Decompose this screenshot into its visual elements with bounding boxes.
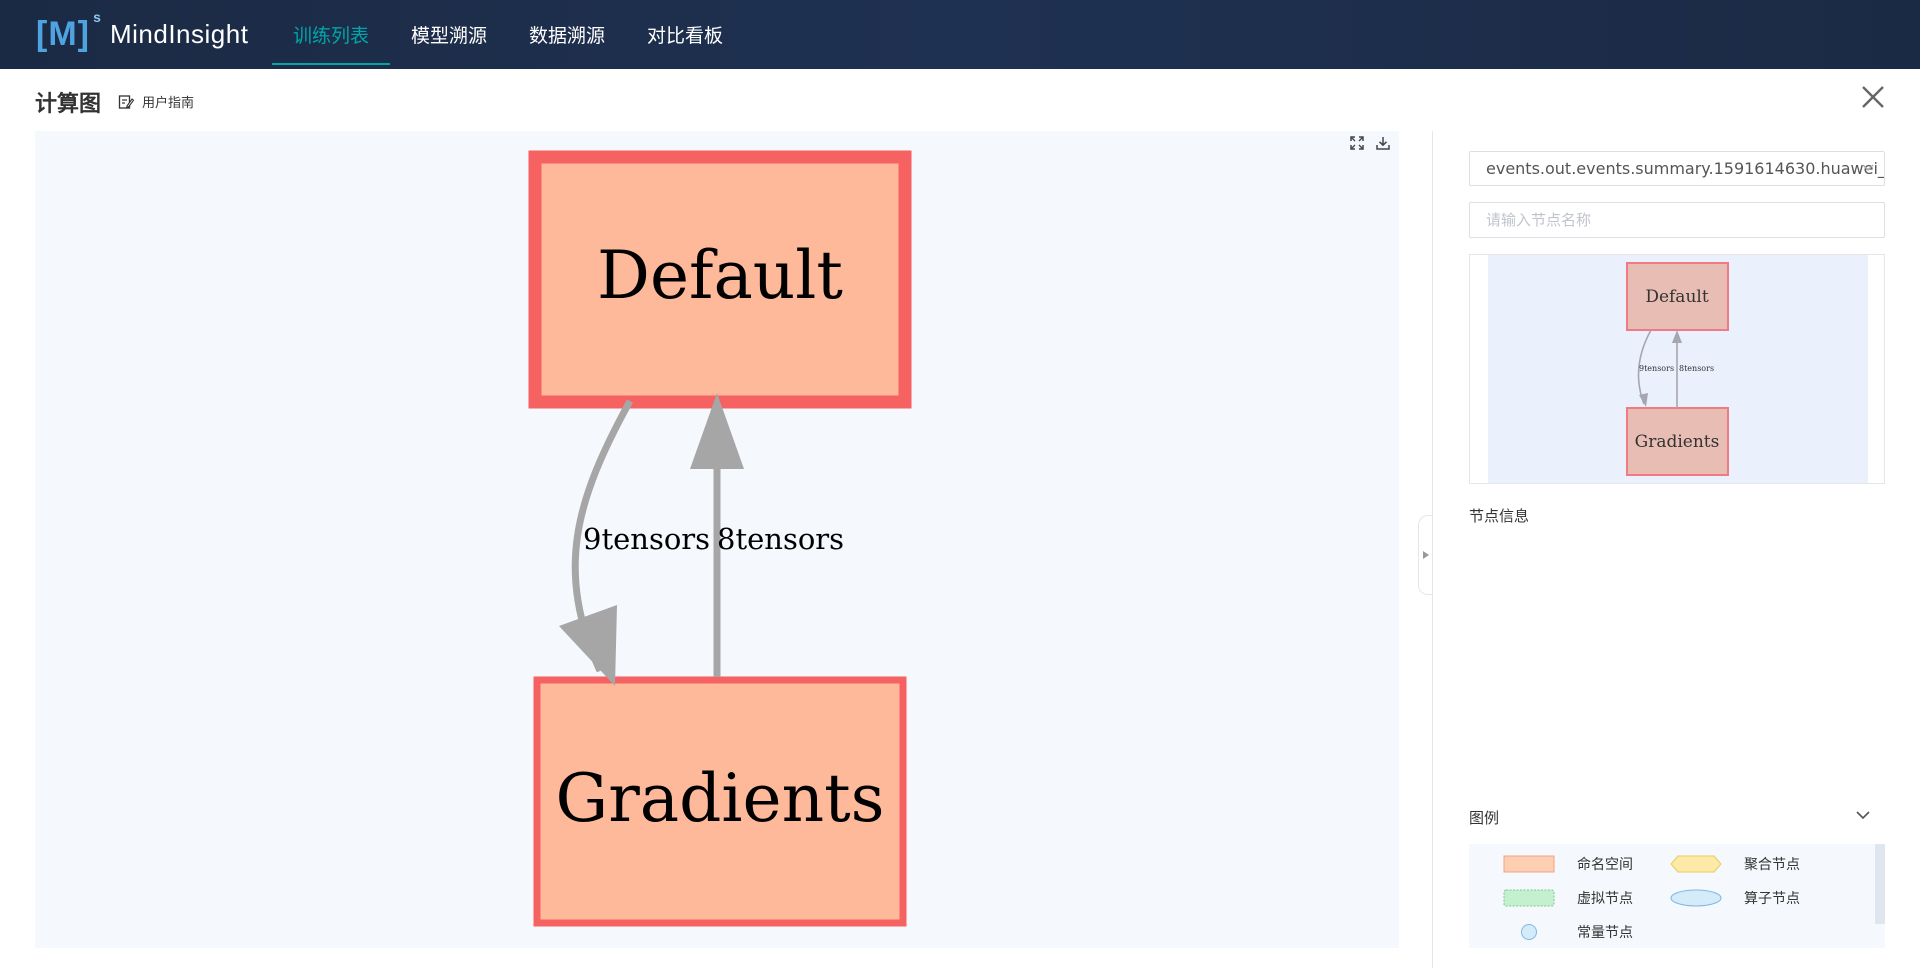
summary-file-select-value: events.out.events.summary.1591614630.hua… (1486, 159, 1885, 178)
panel-divider (1432, 131, 1433, 968)
canvas-toolbar (1349, 135, 1391, 151)
legend-item-virtual: 虚拟节点 (1503, 888, 1633, 908)
sidebar-collapse-button[interactable] (1418, 515, 1432, 595)
nav-model-lineage[interactable]: 模型溯源 (390, 0, 508, 69)
virtual-swatch-icon (1503, 889, 1555, 907)
graph-node-default[interactable]: Default (528, 150, 912, 409)
constant-swatch-icon (1521, 924, 1537, 940)
minimap-node-default: Default (1626, 262, 1729, 331)
nav-data-lineage[interactable]: 数据溯源 (508, 0, 626, 69)
svg-text:Gradients: Gradients (1635, 432, 1720, 452)
caret-right-icon (1422, 551, 1429, 559)
node-label-gradients: Gradients (556, 760, 885, 837)
download-icon[interactable] (1375, 135, 1391, 151)
graph-legend: 命名空间 聚合节点 虚拟节点 算子节点 常量节点 (1469, 844, 1885, 948)
legend-item-aggregate: 聚合节点 (1670, 854, 1800, 874)
graph-svg: Default Gradients 9tensors 8tensors (528, 150, 912, 927)
graph-edge-gradients-to-default[interactable]: 8tensors (690, 393, 844, 677)
legend-scrollbar[interactable] (1875, 844, 1885, 924)
legend-item-operator: 算子节点 (1670, 888, 1800, 908)
svg-text:9tensors: 9tensors (1639, 364, 1674, 373)
legend-chevron-down-icon[interactable] (1854, 806, 1872, 824)
chevron-down-icon (1862, 164, 1874, 171)
node-info-label: 节点信息 (1469, 507, 1530, 525)
page-title: 计算图 (35, 92, 102, 117)
node-search-input[interactable] (1469, 202, 1885, 238)
nav-training-list[interactable]: 训练列表 (272, 0, 391, 69)
operator-swatch-icon (1670, 889, 1722, 907)
graph-minimap[interactable]: Default Gradients 9tensors 8tensors (1469, 254, 1885, 484)
node-label-default: Default (597, 237, 843, 314)
fullscreen-icon[interactable] (1349, 135, 1365, 151)
legend-label: 图例 (1469, 809, 1500, 827)
svg-text:8tensors: 8tensors (1679, 364, 1714, 373)
namespace-swatch-icon (1503, 855, 1555, 873)
app-name: MindInsight (109, 18, 249, 49)
user-guide-label: 用户指南 (142, 96, 195, 111)
edge-label-8tensors: 8tensors (717, 522, 844, 556)
minimap-node-gradients: Gradients (1626, 407, 1729, 476)
graph-canvas[interactable]: Default Gradients 9tensors 8tensors (35, 131, 1399, 948)
graph-node-gradients[interactable]: Gradients (533, 676, 907, 927)
edge-label-9tensors: 9tensors (583, 522, 710, 556)
app-logo[interactable]: [M] s MindInsight (36, 8, 249, 54)
summary-file-select[interactable]: events.out.events.summary.1591614630.hua… (1469, 151, 1885, 186)
legend-item-namespace: 命名空间 (1503, 854, 1633, 874)
aggregate-swatch-icon (1670, 855, 1722, 873)
top-navbar: [M] s MindInsight 训练列表 模型溯源 数据溯源 对比看板 (0, 0, 1920, 69)
main-nav: 训练列表 模型溯源 数据溯源 对比看板 (272, 0, 744, 69)
legend-item-constant: 常量节点 (1503, 922, 1633, 942)
close-icon[interactable] (1860, 84, 1886, 110)
graph-edge-default-to-gradients[interactable]: 9tensors (559, 399, 710, 686)
svg-text:Default: Default (1645, 287, 1709, 307)
nav-compare-board[interactable]: 对比看板 (626, 0, 744, 69)
guide-edit-icon (118, 94, 134, 109)
logo-mark: [M] s (36, 8, 102, 53)
user-guide-link[interactable]: 用户指南 (118, 92, 194, 111)
minimap-svg: Default Gradients 9tensors 8tensors (1488, 255, 1868, 483)
